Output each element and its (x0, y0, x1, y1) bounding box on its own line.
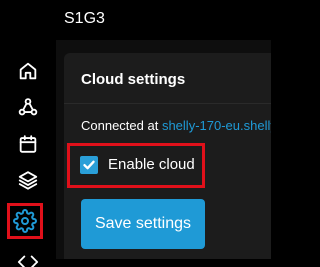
top-bar: S1G3 (0, 0, 271, 40)
calendar-icon (19, 135, 37, 153)
enable-cloud-checkbox[interactable] (80, 156, 98, 174)
sidebar-item-schedules[interactable] (14, 130, 42, 158)
checkmark-icon (83, 160, 95, 170)
device-title: S1G3 (64, 10, 105, 27)
sidebar-item-webhooks[interactable] (14, 93, 42, 121)
card-title: Cloud settings (81, 71, 186, 88)
home-icon (19, 62, 37, 80)
sidebar-item-settings[interactable] (7, 203, 43, 239)
sidebar-item-home[interactable] (14, 57, 42, 85)
enable-cloud-label[interactable]: Enable cloud (108, 156, 195, 174)
card-divider (64, 103, 271, 104)
connected-prefix: Connected at (81, 118, 162, 133)
webhook-icon (18, 98, 38, 116)
layers-icon (18, 171, 38, 190)
save-settings-button[interactable]: Save settings (81, 199, 205, 249)
sidebar-item-layers[interactable] (14, 166, 42, 194)
sidebar-nav (0, 40, 56, 267)
connection-status: Connected at shelly-170-eu.shelly (81, 118, 271, 134)
connected-host-link[interactable]: shelly-170-eu.shelly (162, 118, 271, 133)
code-icon (17, 255, 39, 267)
cloud-settings-card: Cloud settings Connected at shelly-170-e… (64, 53, 271, 259)
highlight-box (7, 203, 43, 239)
sidebar-item-code[interactable] (14, 251, 42, 267)
